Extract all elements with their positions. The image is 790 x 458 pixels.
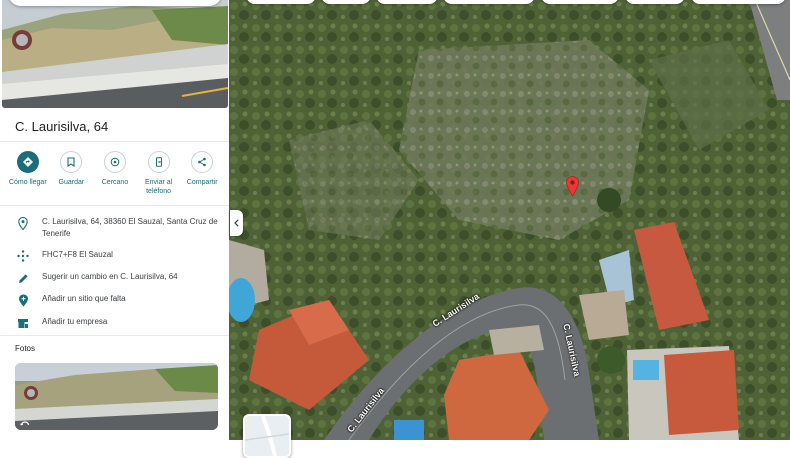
nearby-icon (103, 151, 126, 173)
suggest-edit-row[interactable]: Sugerir un cambio en C. Laurisilva, 64 (0, 271, 229, 285)
category-chip[interactable] (246, 0, 316, 4)
category-chip[interactable] (625, 0, 685, 4)
place-title: C. Laurisilva, 64 (15, 119, 109, 134)
send-to-phone-icon (147, 151, 170, 173)
map-layer-preview (245, 416, 289, 456)
chevron-left-icon (234, 219, 239, 227)
storefront-icon (15, 316, 31, 330)
send-to-phone-label: Enviar al teléfono (144, 179, 173, 195)
place-panel: C. Laurisilva, 64 Cómo llegar Guardar Ce… (0, 0, 230, 440)
add-business-row[interactable]: Añadir tu empresa (0, 316, 229, 330)
divider (0, 205, 229, 206)
layers-button[interactable] (243, 414, 291, 458)
category-chip[interactable] (321, 0, 371, 4)
satellite-map[interactable]: C. Laurisilva C. Laurisilva C. Laurisilv… (229, 0, 790, 440)
add-business-text: Añadir tu empresa (42, 317, 108, 326)
plus-code-icon (15, 249, 31, 263)
send-to-phone-button[interactable]: Enviar al teléfono (137, 151, 181, 201)
satellite-imagery (229, 0, 790, 440)
share-label: Compartir (186, 179, 218, 186)
directions-label: Cómo llegar (8, 179, 47, 186)
suggest-edit-text: Sugerir un cambio en C. Laurisilva, 64 (42, 272, 178, 281)
divider (0, 141, 229, 142)
share-button[interactable]: Compartir (180, 151, 224, 201)
category-chip[interactable] (443, 0, 535, 4)
divider (0, 335, 229, 336)
search-box-edge[interactable] (8, 0, 222, 6)
address-row[interactable]: C. Laurisilva, 64, 38360 El Sauzal, Sant… (0, 216, 229, 240)
add-location-icon (15, 293, 31, 307)
add-place-row[interactable]: Añadir un sitio que falta (0, 293, 229, 307)
directions-icon (16, 151, 39, 173)
bookmark-icon (60, 151, 83, 173)
address-text: C. Laurisilva, 64, 38360 El Sauzal, Sant… (42, 217, 218, 238)
pencil-icon (15, 271, 31, 285)
directions-button[interactable]: Cómo llegar (6, 151, 50, 201)
photo-thumbnail-image (15, 363, 218, 430)
place-hero-photo[interactable] (2, 0, 228, 108)
action-bar: Cómo llegar Guardar Cercano Enviar al te… (6, 151, 224, 201)
plus-code-row[interactable]: FHC7+F8 El Sauzal (0, 249, 229, 263)
category-chip[interactable] (541, 0, 619, 4)
photo-thumbnail[interactable] (15, 363, 218, 430)
save-button[interactable]: Guardar (50, 151, 94, 201)
nearby-label: Cercano (101, 179, 129, 186)
location-pin-icon (15, 216, 31, 230)
category-chip[interactable] (691, 0, 786, 4)
nearby-button[interactable]: Cercano (93, 151, 137, 201)
save-label: Guardar (58, 179, 85, 186)
hero-photo-image (2, 0, 228, 108)
plus-code-text: FHC7+F8 El Sauzal (42, 250, 113, 259)
category-chip[interactable] (376, 0, 438, 4)
map-pin-icon[interactable] (566, 176, 579, 197)
photos-heading: Fotos (15, 344, 36, 353)
share-icon (191, 151, 214, 173)
add-place-text: Añadir un sitio que falta (42, 294, 126, 303)
street-view-icon (20, 417, 30, 427)
collapse-panel-button[interactable] (230, 210, 243, 236)
